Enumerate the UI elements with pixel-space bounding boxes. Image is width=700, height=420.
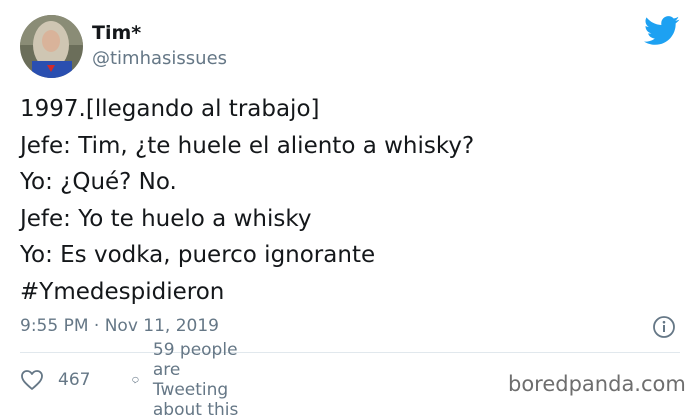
tweet-line: Yo: Es vodka, puerco ignorante xyxy=(20,242,376,268)
comment-bubble-icon xyxy=(132,376,139,384)
like-count: 467 xyxy=(58,370,91,390)
tweet-timestamp[interactable]: 9:55 PM · Nov 11, 2019 xyxy=(20,316,219,336)
twitter-bird-icon[interactable] xyxy=(644,16,680,46)
heart-icon xyxy=(21,370,43,390)
divider xyxy=(20,352,680,353)
tweet-card: Tim* @timhasissues 1997.[llegando al tra… xyxy=(0,0,700,420)
tweet-line: Yo: ¿Qué? No. xyxy=(20,169,177,195)
tweet-line: Jefe: Tim, ¿te huele el aliento a whisky… xyxy=(20,132,475,159)
author-name[interactable]: Tim* xyxy=(92,22,141,44)
reply-text: 59 people are Tweeting about this xyxy=(152,340,239,420)
avatar[interactable] xyxy=(20,15,83,78)
like-button[interactable]: 467 xyxy=(20,366,90,394)
info-icon[interactable] xyxy=(652,315,676,339)
watermark: boredpanda.com xyxy=(508,372,686,396)
tweet-line: 1997.[llegando al trabajo] xyxy=(20,96,320,122)
tweet-line: Jefe: Yo te huelo a whisky xyxy=(20,205,312,232)
tweet-text: 1997.[llegando al trabajo] Jefe: Tim, ¿t… xyxy=(20,91,474,310)
author-handle[interactable]: @timhasissues xyxy=(92,48,227,69)
hashtag-link[interactable]: #Ymedespidieron xyxy=(20,274,474,311)
reply-button[interactable]: 59 people are Tweeting about this xyxy=(132,340,243,420)
avatar-image xyxy=(20,15,83,78)
